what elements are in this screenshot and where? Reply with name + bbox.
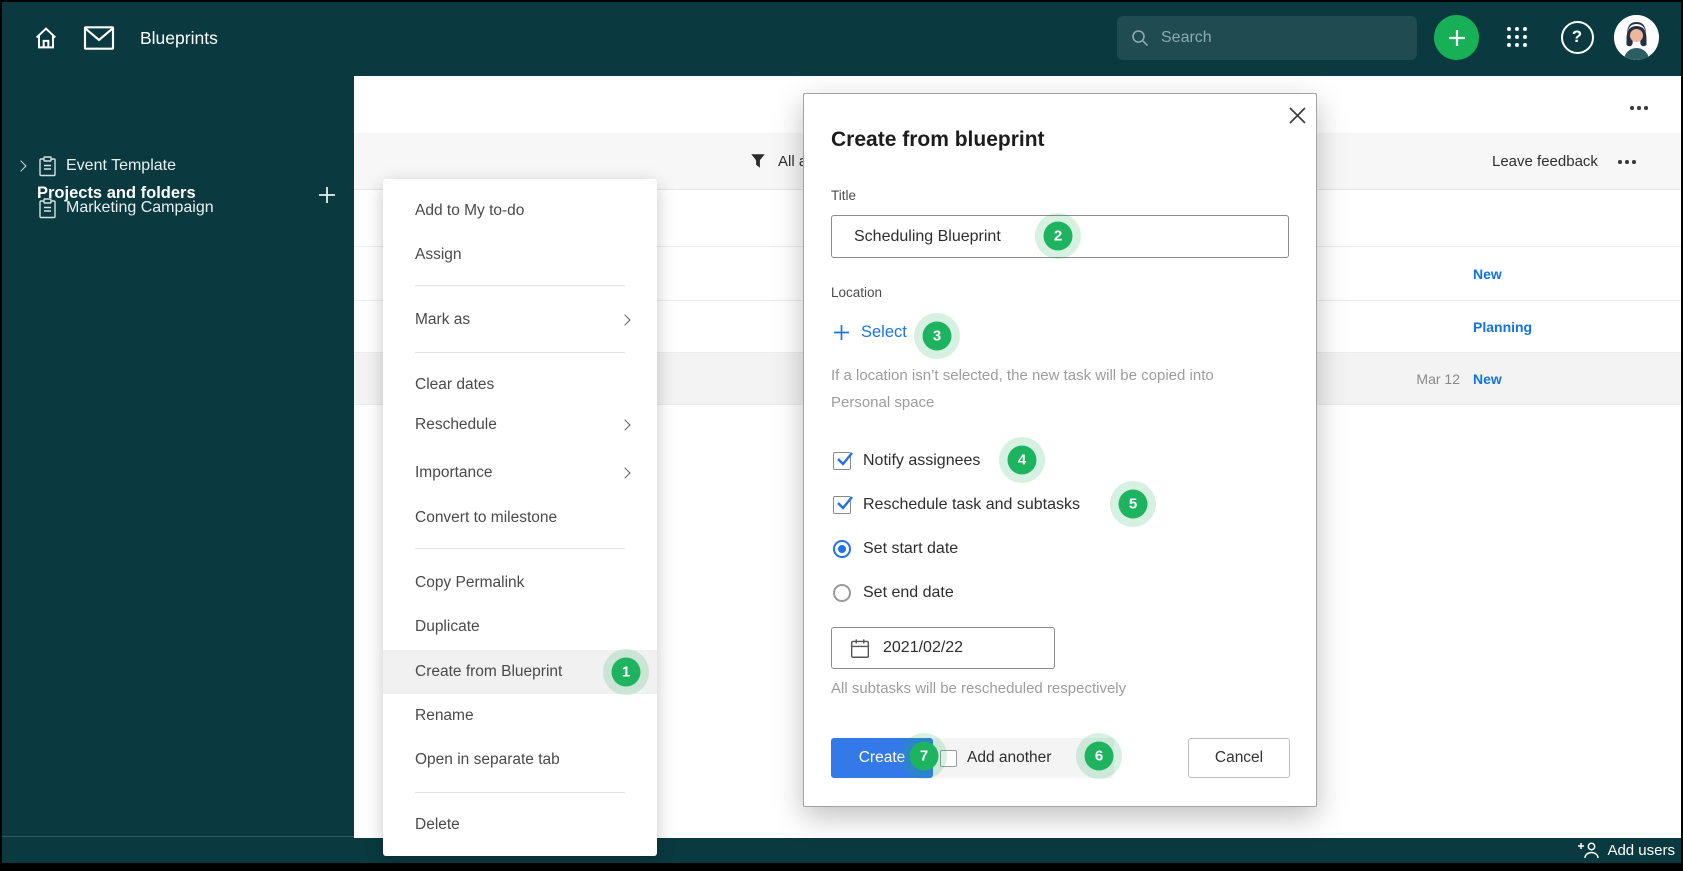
sidebar-item-marketing-campaign[interactable]: Marketing Campaign bbox=[0, 188, 354, 228]
reschedule-subtasks-checkbox[interactable]: Reschedule task and subtasks bbox=[833, 493, 1080, 517]
home-icon bbox=[35, 27, 57, 49]
menu-item-delete[interactable]: Delete bbox=[383, 805, 657, 845]
chevron-right-icon[interactable] bbox=[15, 160, 27, 172]
cancel-button[interactable]: Cancel bbox=[1188, 738, 1290, 778]
sidebar-item-label: Marketing Campaign bbox=[66, 199, 214, 216]
menu-item-mark-as[interactable]: Mark as bbox=[383, 300, 657, 340]
add-users-icon bbox=[1578, 842, 1600, 859]
app-window: Blueprints ? bbox=[0, 0, 1683, 871]
create-button[interactable]: Create bbox=[831, 738, 933, 778]
date-value: 2021/02/22 bbox=[883, 639, 964, 656]
page-more-button[interactable] bbox=[1630, 106, 1648, 110]
apps-grid-button[interactable] bbox=[1496, 16, 1538, 58]
create-from-blueprint-dialog: Create from blueprint Title Location Sel… bbox=[803, 93, 1317, 807]
footer-bar: Add users bbox=[0, 838, 1683, 863]
help-button[interactable]: ? bbox=[1556, 16, 1598, 58]
app-title: Blueprints bbox=[140, 28, 218, 48]
filter-funnel-icon bbox=[751, 154, 765, 168]
search-icon bbox=[1132, 30, 1149, 47]
row-date bbox=[1372, 301, 1460, 352]
sidebar: Projects and folders Event Template Mark… bbox=[0, 76, 354, 871]
mail-icon bbox=[83, 26, 115, 50]
topbar: Blueprints ? bbox=[0, 0, 1683, 76]
menu-item-open-in-separate-tab[interactable]: Open in separate tab bbox=[383, 740, 657, 780]
menu-item-copy-permalink[interactable]: Copy Permalink bbox=[383, 563, 657, 603]
menu-item-duplicate[interactable]: Duplicate bbox=[383, 607, 657, 647]
menu-item-create-from-blueprint[interactable]: Create from Blueprint bbox=[383, 650, 657, 694]
menu-divider bbox=[415, 352, 625, 353]
calendar-icon bbox=[850, 638, 870, 658]
title-field-label: Title bbox=[831, 188, 857, 203]
menu-item-rename[interactable]: Rename bbox=[383, 696, 657, 736]
radio-selected-icon bbox=[833, 540, 851, 558]
clipboard-icon bbox=[39, 197, 56, 218]
submenu-chevron-icon bbox=[619, 419, 631, 431]
title-input[interactable] bbox=[831, 215, 1289, 258]
dialog-title: Create from blueprint bbox=[831, 128, 1045, 151]
menu-item-importance[interactable]: Importance bbox=[383, 453, 657, 493]
date-helper-text: All subtasks will be rescheduled respect… bbox=[831, 680, 1127, 697]
apps-grid-icon bbox=[1507, 27, 1527, 47]
checkbox-checked-icon bbox=[833, 452, 853, 470]
checkbox-unchecked-icon bbox=[940, 749, 957, 767]
toolbar-more-button[interactable] bbox=[1618, 160, 1636, 164]
add-users-button[interactable]: Add users bbox=[1577, 838, 1675, 863]
select-location-link[interactable]: Select bbox=[833, 323, 907, 342]
row-date bbox=[1372, 247, 1460, 300]
row-status-link[interactable]: New bbox=[1473, 353, 1502, 404]
create-new-button[interactable] bbox=[1434, 15, 1479, 60]
help-icon: ? bbox=[1560, 20, 1594, 54]
notify-assignees-checkbox[interactable]: Notify assignees bbox=[833, 449, 980, 473]
location-field-label: Location bbox=[831, 285, 883, 300]
submenu-chevron-icon bbox=[619, 314, 631, 326]
row-status-link[interactable]: New bbox=[1473, 247, 1502, 300]
row-date: Mar 12 bbox=[1416, 370, 1460, 387]
inbox-button[interactable] bbox=[80, 22, 118, 54]
menu-divider bbox=[415, 548, 625, 549]
set-end-date-radio[interactable]: Set end date bbox=[833, 581, 954, 605]
menu-divider bbox=[415, 792, 625, 793]
menu-item-add-to-my-todo[interactable]: Add to My to-do bbox=[383, 191, 657, 231]
row-status-link[interactable]: Planning bbox=[1473, 301, 1532, 352]
home-button[interactable] bbox=[28, 20, 64, 56]
window-bottom-band bbox=[0, 863, 1683, 871]
plus-icon bbox=[1448, 29, 1465, 46]
menu-item-reschedule[interactable]: Reschedule bbox=[383, 405, 657, 445]
row-date bbox=[1372, 190, 1460, 246]
menu-divider bbox=[415, 285, 625, 286]
sidebar-item-label: Event Template bbox=[66, 157, 176, 174]
date-input[interactable]: 2021/02/22 bbox=[831, 627, 1055, 669]
dialog-close-button[interactable] bbox=[1282, 100, 1312, 130]
submenu-chevron-icon bbox=[619, 467, 631, 479]
menu-item-convert-to-milestone[interactable]: Convert to milestone bbox=[383, 498, 657, 538]
location-helper-text: If a location isn’t selected, the new ta… bbox=[831, 367, 1214, 411]
close-icon bbox=[1288, 106, 1306, 124]
user-avatar[interactable] bbox=[1614, 15, 1659, 60]
add-users-label: Add users bbox=[1607, 842, 1675, 859]
menu-item-clear-dates[interactable]: Clear dates bbox=[383, 365, 657, 405]
menu-item-assign[interactable]: Assign bbox=[383, 235, 657, 275]
add-another-checkbox[interactable]: Add another bbox=[940, 749, 1051, 767]
search-box[interactable] bbox=[1117, 16, 1417, 60]
radio-unselected-icon bbox=[833, 584, 851, 602]
checkbox-checked-icon bbox=[833, 496, 853, 514]
leave-feedback-link[interactable]: Leave feedback bbox=[1492, 133, 1598, 189]
context-menu: Add to My to-do Assign Mark as Clear dat… bbox=[383, 179, 657, 856]
search-input[interactable] bbox=[1161, 29, 1391, 47]
set-start-date-radio[interactable]: Set start date bbox=[833, 537, 958, 561]
avatar-image bbox=[1614, 15, 1659, 60]
sidebar-divider bbox=[0, 836, 354, 837]
plus-icon bbox=[834, 325, 849, 340]
sidebar-item-event-template[interactable]: Event Template bbox=[0, 146, 354, 186]
clipboard-icon bbox=[39, 155, 56, 176]
